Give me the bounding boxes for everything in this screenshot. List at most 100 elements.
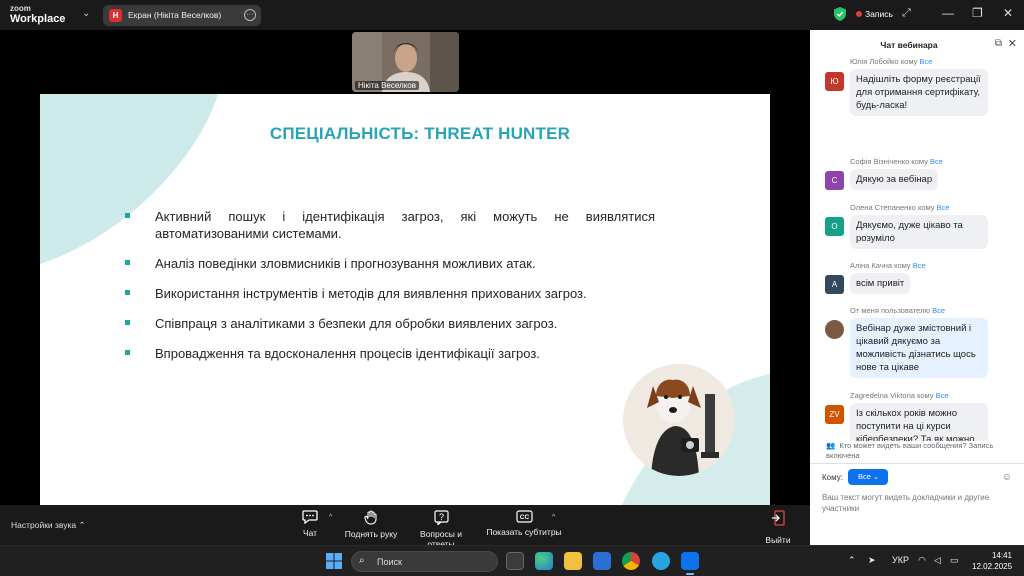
webinar-chat-panel: Чат вебинара ⧉ ✕ Юлія Лобойко кому Все Ю… (810, 30, 1024, 545)
message-bubble: Надішліть форму реєстрації для отримання… (850, 69, 988, 116)
avatar: А (825, 275, 844, 294)
title-bar: zoom Workplace ⌄ Н Екран (Нікіта Веселко… (0, 0, 1024, 30)
bullet-text: Впровадження та вдосконалення процесів і… (155, 346, 540, 361)
brand-large: Workplace (10, 13, 66, 25)
bullet-item: Впровадження та вдосконалення процесів і… (125, 345, 655, 362)
record-dot-icon (856, 11, 862, 17)
emoji-icon[interactable]: ☺ (1002, 472, 1012, 483)
chat-input[interactable]: Ваш текст могут видеть докладчики и друг… (822, 492, 1012, 514)
telegram-icon[interactable] (652, 552, 670, 570)
restore-button[interactable]: ❐ (972, 6, 983, 20)
chat-icon (302, 510, 318, 524)
raise-hand-button[interactable]: Поднять руку (336, 510, 406, 539)
task-view-icon[interactable] (506, 552, 524, 570)
captions-options-chevron-icon[interactable]: ^ (552, 514, 555, 521)
leave-label: Выйти (765, 535, 791, 545)
recipient: Все (936, 203, 950, 212)
slide-bullet-list: Активний пошук і ідентифікація загроз, я… (125, 208, 655, 375)
svg-text:?: ? (438, 512, 443, 522)
participant-name: Нікіта Веселков (355, 81, 420, 90)
message-meta: Zagredelna Viktoria кому Все (850, 391, 949, 400)
pop-out-icon[interactable]: ⧉ (995, 38, 1002, 49)
bullet-item: Активний пошук і ідентифікація загроз, я… (125, 208, 655, 242)
notice-text: Кто может видеть ваши сообщения? Запись … (826, 441, 994, 460)
close-icon[interactable]: ✕ (1008, 37, 1017, 50)
bullet-item: Співпраця з аналітиками з безпеки для об… (125, 315, 655, 332)
leave-icon (772, 510, 785, 526)
chevron-up-icon: ⌃ (78, 520, 86, 530)
audio-settings-button[interactable]: Настройки звука ⌃ (11, 520, 86, 531)
bullet-text: Активний пошук і ідентифікація загроз, я… (155, 209, 655, 241)
sender-name: Олена Степаненко кому (850, 203, 935, 212)
captions-label: Показать субтитры (486, 527, 562, 537)
more-icon[interactable]: ··· (244, 9, 256, 21)
chevron-down-icon[interactable]: ⌄ (82, 8, 90, 19)
zoom-logo[interactable]: zoom Workplace (10, 4, 66, 25)
avatar (825, 320, 844, 339)
message-bubble: Із скількох років можно поступити на ці … (850, 403, 988, 441)
dog-photo (623, 364, 735, 476)
recipient: Все (929, 157, 943, 166)
chat-button[interactable]: Чат (275, 510, 345, 538)
recording-indicator[interactable]: Запись (856, 9, 893, 19)
zoom-taskbar-icon[interactable] (681, 552, 699, 575)
shared-slide: СПЕЦІАЛЬНІСТЬ: THREAT HUNTER Активний по… (40, 94, 770, 505)
system-clock[interactable]: 14:41 12.02.2025 (972, 550, 1012, 572)
avatar: Ю (825, 72, 844, 91)
participant-video[interactable]: Нікіта Веселков (352, 32, 459, 92)
battery-icon[interactable]: ▭ (950, 555, 959, 566)
windows-start-icon[interactable] (326, 553, 342, 569)
message-bubble: Дякуємо, дуже цікаво та розумiло (850, 215, 988, 249)
minimize-button[interactable]: — (942, 6, 954, 20)
avatar: С (825, 171, 844, 190)
file-explorer-icon[interactable] (564, 552, 582, 570)
captions-button[interactable]: CC Показать субтитры (486, 510, 562, 537)
leave-button[interactable]: Выйти (760, 510, 796, 545)
recipient-select-value: Все (858, 472, 871, 481)
language-indicator[interactable]: УКР (892, 555, 909, 565)
slide-title: СПЕЦІАЛЬНІСТЬ: THREAT HUNTER (269, 124, 571, 143)
dog-illustration (623, 364, 735, 476)
close-window-button[interactable]: ✕ (1003, 6, 1013, 20)
chevron-up-icon[interactable]: ⌃ (848, 555, 856, 566)
windows-taskbar: ⌕ Поиск ⌃ ➤ УКР ◠ ◁ ▭ 14:41 12.02.2025 (0, 545, 1024, 576)
chrome-icon[interactable] (622, 552, 640, 570)
chat-header: Чат вебинара ⧉ ✕ (810, 30, 1024, 58)
volume-icon[interactable]: ◁ (934, 555, 941, 566)
bullet-icon (125, 350, 130, 355)
wifi-icon[interactable]: ◠ (918, 555, 926, 566)
message-meta: Аліна Качна кому Все (850, 261, 926, 270)
taskbar-search[interactable]: ⌕ Поиск (351, 551, 498, 572)
screen-share-indicator[interactable]: Н Екран (Нікіта Веселков) ··· (103, 5, 261, 26)
captions-icon: CC (515, 510, 533, 523)
bullet-icon (125, 320, 130, 325)
chat-privacy-notice[interactable]: 👥 Кто может видеть ваши сообщения? Запись… (826, 441, 1016, 461)
bullet-text: Аналіз поведінки зловмисників і прогнозу… (155, 256, 536, 271)
audio-settings-label: Настройки звука (11, 520, 77, 530)
message-meta: Софія Візніченко кому Все (850, 157, 943, 166)
bullet-text: Співпраця з аналітиками з безпеки для об… (155, 316, 558, 331)
recipient: Все (935, 391, 949, 400)
to-label: Кому: (822, 473, 843, 482)
edge-icon[interactable] (535, 552, 553, 570)
location-icon[interactable]: ➤ (868, 555, 876, 566)
sender-name: Софія Візніченко кому (850, 157, 928, 166)
qa-button[interactable]: ? Вопросы и ответы (406, 510, 476, 549)
shield-icon[interactable] (834, 7, 846, 21)
svg-text:CC: CC (519, 514, 529, 521)
sender-name: Юлія Лобойко кому (850, 58, 918, 66)
recipient-select[interactable]: Все ⌄ (848, 469, 888, 485)
chat-compose-area: Кому: Все ⌄ ☺ Ваш текст могут видеть док… (810, 463, 1024, 545)
search-placeholder: Поиск (377, 557, 402, 567)
store-icon[interactable] (593, 552, 611, 570)
recipient: Все (919, 58, 933, 66)
record-label: Запись (865, 9, 893, 19)
chat-message-list[interactable]: Юлія Лобойко кому Все Ю Надішліть форму … (810, 58, 1024, 441)
message-bubble: всім привіт (850, 273, 911, 294)
avatar: О (825, 217, 844, 236)
chat-options-chevron-icon[interactable]: ^ (329, 514, 332, 521)
fullscreen-icon[interactable]: ⤢ (902, 7, 911, 20)
message-meta: От меня пользователю Все (850, 306, 945, 315)
sender-name: Аліна Качна кому (850, 261, 911, 270)
bullet-icon (125, 290, 130, 295)
